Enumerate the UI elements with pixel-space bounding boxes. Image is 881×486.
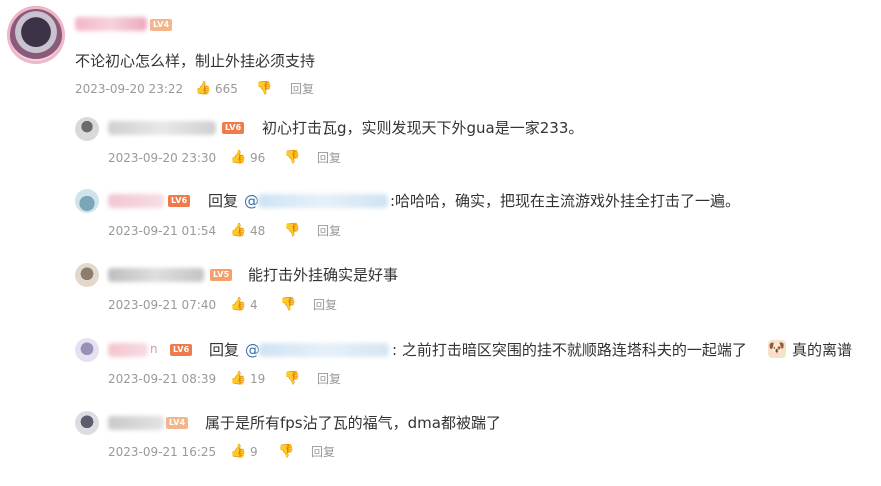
level-badge: LV6 xyxy=(170,344,193,356)
reply-button[interactable]: 回复 xyxy=(313,298,337,312)
level-badge: LV5 xyxy=(210,269,233,281)
thumbs-up-icon[interactable]: 👍 xyxy=(230,224,246,238)
thumbs-up-icon[interactable]: 👍 xyxy=(230,372,246,386)
like-count: 4 xyxy=(250,298,258,312)
thumbs-down-icon[interactable]: 👎 xyxy=(284,151,300,165)
mention-name[interactable] xyxy=(259,343,389,357)
avatar[interactable] xyxy=(7,6,65,64)
mention-link[interactable]: @ xyxy=(244,192,259,210)
reply-text: 初心打击瓦g，实则发现天下外gua是一家233。 xyxy=(262,119,584,137)
level-badge: LV4 xyxy=(150,19,173,31)
thumbs-down-icon[interactable]: 👎 xyxy=(256,82,272,96)
thumbs-down-icon[interactable]: 👎 xyxy=(278,445,294,459)
reply-button[interactable]: 回复 xyxy=(311,445,335,459)
avatar[interactable] xyxy=(75,411,99,435)
like-count: 96 xyxy=(250,151,266,165)
timestamp: 2023-09-20 23:30 xyxy=(108,151,217,165)
thumbs-down-icon[interactable]: 👎 xyxy=(284,224,300,238)
thumbs-down-icon[interactable]: 👎 xyxy=(284,372,300,386)
thumbs-up-icon[interactable]: 👍 xyxy=(230,445,246,459)
mention-link[interactable]: @ xyxy=(245,341,260,359)
username[interactable] xyxy=(108,343,148,357)
timestamp: 2023-09-21 01:54 xyxy=(108,224,217,238)
username[interactable] xyxy=(108,416,164,430)
username-suffix: n xyxy=(150,342,158,356)
timestamp: 2023-09-20 23:22 xyxy=(75,82,184,96)
reply-prefix: 回复 xyxy=(208,192,239,210)
reply-text: : 之前打击暗区突围的挂不就顺路连塔科夫的一起端了 xyxy=(392,341,747,359)
username[interactable] xyxy=(108,194,164,208)
username[interactable] xyxy=(108,121,216,135)
comment-text: 不论初心怎么样，制止外挂必须支持 xyxy=(75,52,316,70)
reply-text: 能打击外挂确实是好事 xyxy=(248,266,399,284)
like-count: 48 xyxy=(250,224,266,238)
level-badge: LV4 xyxy=(166,417,189,429)
timestamp: 2023-09-21 08:39 xyxy=(108,372,217,386)
timestamp: 2023-09-21 16:25 xyxy=(108,445,217,459)
reply-prefix: 回复 xyxy=(209,341,240,359)
thumbs-up-icon[interactable]: 👍 xyxy=(230,151,246,165)
reply-button[interactable]: 回复 xyxy=(290,82,314,96)
like-count: 19 xyxy=(250,372,266,386)
thumbs-up-icon[interactable]: 👍 xyxy=(195,82,211,96)
like-count: 9 xyxy=(250,445,258,459)
level-badge: LV6 xyxy=(168,195,191,207)
emoji-icon: 🐶 xyxy=(768,340,786,358)
thumbs-down-icon[interactable]: 👎 xyxy=(280,298,296,312)
reply-button[interactable]: 回复 xyxy=(317,151,341,165)
avatar[interactable] xyxy=(75,263,99,287)
reply-button[interactable]: 回复 xyxy=(317,372,341,386)
avatar[interactable] xyxy=(75,117,99,141)
mention-name[interactable] xyxy=(258,194,388,208)
avatar[interactable] xyxy=(75,189,99,213)
timestamp: 2023-09-21 07:40 xyxy=(108,298,217,312)
avatar[interactable] xyxy=(75,338,99,362)
reply-text: 属于是所有fps沾了瓦的福气，dma都被踹了 xyxy=(205,414,501,432)
username[interactable] xyxy=(75,17,147,31)
reply-text-tail: 真的离谱 xyxy=(792,341,853,359)
like-count: 665 xyxy=(215,82,238,96)
username[interactable] xyxy=(108,268,204,282)
thumbs-up-icon[interactable]: 👍 xyxy=(230,298,246,312)
level-badge: LV6 xyxy=(222,122,245,134)
reply-button[interactable]: 回复 xyxy=(317,224,341,238)
reply-text: :哈哈哈，确实，把现在主流游戏外挂全打击了一遍。 xyxy=(390,192,741,210)
